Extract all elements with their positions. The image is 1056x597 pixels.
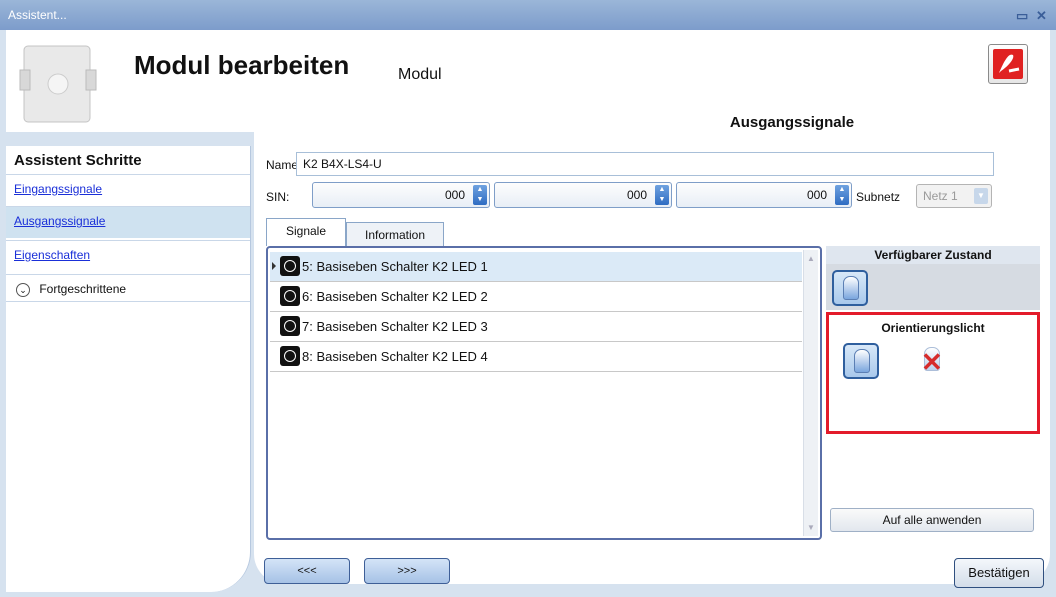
scroll-down-icon[interactable]: ▼ (807, 523, 815, 532)
led-icon (280, 256, 300, 276)
subnet-label: Subnetz (856, 190, 901, 204)
chevron-down-icon: ⌄ (16, 282, 30, 297)
list-scrollbar[interactable]: ▲ ▼ (803, 250, 818, 536)
sin-stepper-3[interactable]: 000 ▲ ▼ (676, 182, 852, 208)
spin-arrows-icon[interactable]: ▲ ▼ (473, 185, 487, 205)
sidebar-item-label[interactable]: Ausgangssignale (14, 214, 105, 228)
confirm-button[interactable]: Bestätigen (954, 558, 1044, 588)
window-title: Assistent... (8, 8, 67, 22)
name-field[interactable]: K2 B4X-LS4-U (296, 152, 994, 176)
sin-value: 000 (444, 188, 465, 202)
orientation-light-on-button[interactable] (843, 343, 879, 379)
page-subtitle: Modul (398, 66, 442, 83)
sidebar-title: Assistent Schritte (14, 152, 142, 169)
row-pointer-icon (272, 262, 276, 270)
sin-value: 000 (806, 188, 827, 202)
led-icon (280, 346, 300, 366)
sidebar-item-ausgangssignale[interactable]: Ausgangssignale (6, 206, 250, 238)
signal-list[interactable]: 5: Basiseben Schalter K2 LED 1 6: Basise… (266, 246, 822, 540)
list-item[interactable]: 7: Basiseben Schalter K2 LED 3 (270, 312, 802, 342)
title-bar: Assistent... ▭ ✕ (0, 0, 1056, 30)
available-state-area (826, 264, 1040, 310)
back-button[interactable]: <<< (264, 558, 350, 584)
pdf-icon (993, 49, 1023, 79)
list-item[interactable]: 6: Basiseben Schalter K2 LED 2 (270, 282, 802, 312)
spin-arrows-icon[interactable]: ▲ ▼ (835, 185, 849, 205)
sidebar-advanced-toggle[interactable]: ⌄ Fortgeschrittene (6, 274, 250, 302)
list-item[interactable]: 5: Basiseben Schalter K2 LED 1 (270, 252, 802, 282)
orientation-light-highlight: Orientierungslicht ✕ (826, 312, 1040, 434)
subnet-select[interactable]: Netz 1 ▼ (916, 184, 992, 208)
sin-value: 000 (626, 188, 647, 202)
sidebar-item-eingangssignale[interactable]: Eingangssignale (6, 174, 250, 206)
subnet-value: Netz 1 (923, 189, 958, 203)
scroll-up-icon[interactable]: ▲ (807, 254, 815, 263)
light-bulb-icon (843, 276, 859, 300)
sidebar-item-eigenschaften[interactable]: Eigenschaften (6, 240, 250, 272)
apply-all-button[interactable]: Auf alle anwenden (830, 508, 1034, 532)
tab-signale[interactable]: Signale (266, 218, 346, 246)
list-item[interactable]: 8: Basiseben Schalter K2 LED 4 (270, 342, 802, 372)
tab-information[interactable]: Information (346, 222, 444, 246)
signal-label: 7: Basiseben Schalter K2 LED 3 (302, 319, 488, 334)
sidebar-item-label[interactable]: Eigenschaften (14, 248, 90, 262)
header: Modul bearbeiten Modul Ausgangssignale (6, 30, 1050, 136)
sin-label: SIN: (266, 190, 290, 204)
led-icon (280, 316, 300, 336)
sidebar-item-label[interactable]: Eingangssignale (14, 182, 102, 196)
orientation-light-title: Orientierungslicht (881, 321, 985, 335)
signal-label: 6: Basiseben Schalter K2 LED 2 (302, 289, 488, 304)
sidebar: Assistent Schritte Eingangssignale Ausga… (6, 146, 251, 592)
page-title: Modul bearbeiten (134, 50, 350, 80)
spin-arrows-icon[interactable]: ▲ ▼ (655, 185, 669, 205)
restore-icon[interactable]: ▭ (1016, 8, 1028, 24)
pdf-button[interactable] (988, 44, 1028, 84)
orientation-light-off-button[interactable]: ✕ (915, 343, 951, 379)
chevron-down-icon: ▼ (974, 188, 988, 204)
sin-stepper-2[interactable]: 000 ▲ ▼ (494, 182, 672, 208)
sin-stepper-1[interactable]: 000 ▲ ▼ (312, 182, 490, 208)
module-image (19, 45, 97, 123)
led-icon (280, 286, 300, 306)
signal-label: 5: Basiseben Schalter K2 LED 1 (302, 259, 488, 274)
available-state-title: Verfügbarer Zustand (826, 246, 1040, 264)
available-light-button[interactable] (832, 270, 868, 306)
red-x-icon: ✕ (921, 347, 943, 377)
close-icon[interactable]: ✕ (1036, 8, 1047, 24)
light-bulb-icon (854, 349, 870, 373)
next-button[interactable]: >>> (364, 558, 450, 584)
signal-label: 8: Basiseben Schalter K2 LED 4 (302, 349, 488, 364)
advanced-label: Fortgeschrittene (39, 282, 127, 296)
name-label: Name (266, 158, 299, 172)
